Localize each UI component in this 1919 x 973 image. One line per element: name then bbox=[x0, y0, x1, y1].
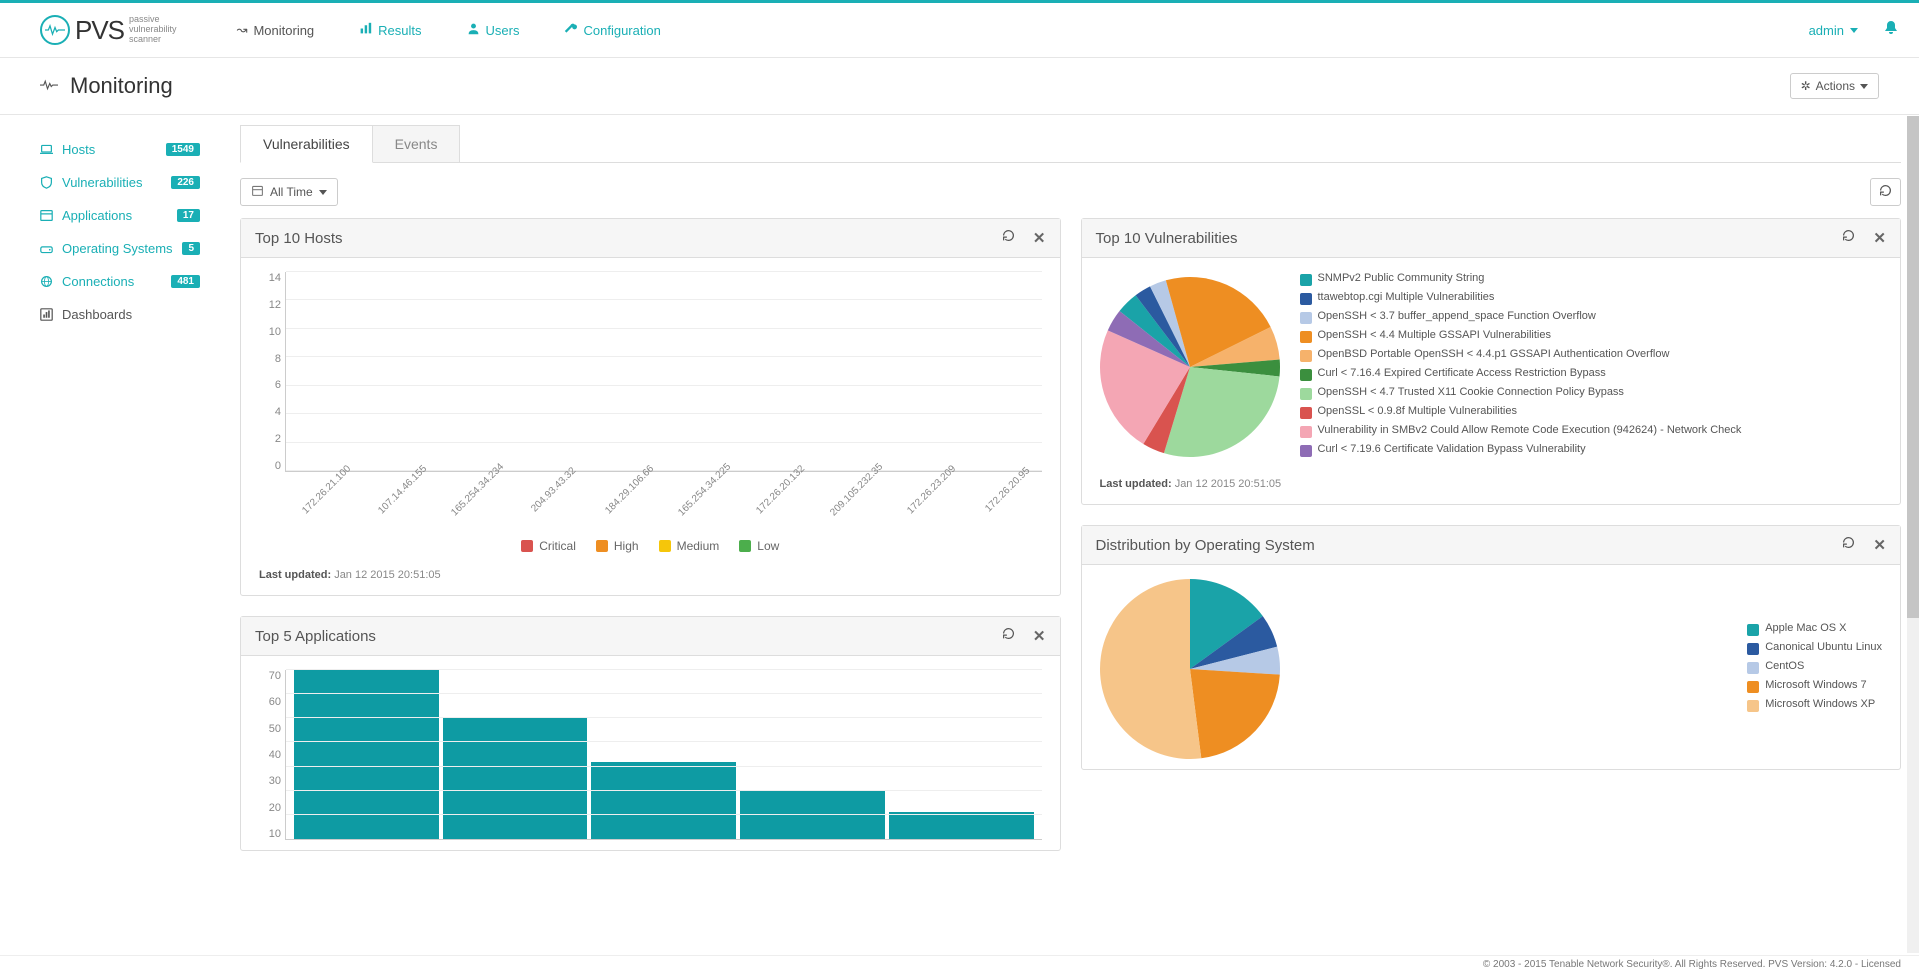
caret-down-icon bbox=[1860, 84, 1868, 89]
tabs: Vulnerabilities Events bbox=[240, 125, 1901, 162]
sidebar-item-label: Operating Systems bbox=[62, 241, 173, 256]
panel-title: Top 10 Hosts bbox=[255, 230, 343, 247]
panel-top-vuln: Top 10 Vulnerabilities ✕ SNMPv2 Public C… bbox=[1081, 218, 1902, 505]
close-icon[interactable]: ✕ bbox=[1033, 229, 1046, 247]
sidebar-item-applications[interactable]: Applications 17 bbox=[40, 199, 210, 232]
close-icon[interactable]: ✕ bbox=[1873, 536, 1886, 554]
panel-title: Top 5 Applications bbox=[255, 628, 376, 645]
count-badge: 481 bbox=[171, 275, 200, 288]
page-header: Monitoring ✲ Actions bbox=[0, 58, 1919, 115]
refresh-all-button[interactable] bbox=[1870, 178, 1901, 206]
top-vuln-legend: SNMPv2 Public Community Stringttawebtop.… bbox=[1300, 272, 1742, 462]
dist-os-legend: Apple Mac OS XCanonical Ubuntu LinuxCent… bbox=[1747, 622, 1882, 717]
sidebar-item-vulnerabilities[interactable]: Vulnerabilities 226 bbox=[40, 166, 210, 199]
sidebar-item-label: Hosts bbox=[62, 142, 95, 157]
globe-icon bbox=[40, 275, 62, 288]
dist-os-pie bbox=[1100, 579, 1280, 759]
sidebar-item-operating-systems[interactable]: Operating Systems 5 bbox=[40, 232, 210, 265]
activity-icon: ↝ bbox=[237, 22, 248, 38]
panel-dist-os: Distribution by Operating System ✕ Apple… bbox=[1081, 525, 1902, 770]
sidebar-item-label: Connections bbox=[62, 274, 134, 289]
logo-icon bbox=[40, 15, 70, 45]
actions-button[interactable]: ✲ Actions bbox=[1790, 73, 1879, 99]
bell-icon[interactable] bbox=[1883, 20, 1899, 41]
bar-chart-icon bbox=[359, 22, 372, 38]
nav-results[interactable]: Results bbox=[359, 22, 421, 38]
close-icon[interactable]: ✕ bbox=[1033, 627, 1046, 645]
nav-configuration[interactable]: Configuration bbox=[564, 22, 660, 38]
user-menu[interactable]: admin bbox=[1809, 23, 1858, 38]
logo-text: PVS bbox=[75, 15, 124, 46]
refresh-icon[interactable] bbox=[1002, 229, 1015, 247]
panel-top-hosts: Top 10 Hosts ✕ 14121086420 bbox=[240, 218, 1061, 596]
close-icon[interactable]: ✕ bbox=[1873, 229, 1886, 247]
navbar: PVS passivevulnerabilityscanner ↝ Monito… bbox=[0, 3, 1919, 58]
footer: © 2003 - 2015 Tenable Network Security®.… bbox=[0, 955, 1919, 973]
hdd-icon bbox=[40, 242, 62, 255]
panel-title: Top 10 Vulnerabilities bbox=[1096, 230, 1238, 247]
top-vuln-pie bbox=[1100, 277, 1280, 457]
top-apps-chart: 70605040302010 bbox=[259, 670, 1042, 840]
dashboard-icon bbox=[40, 308, 62, 321]
refresh-icon[interactable] bbox=[1002, 627, 1015, 645]
page-title: Monitoring bbox=[70, 73, 173, 99]
refresh-icon[interactable] bbox=[1842, 229, 1855, 247]
severity-legend: Critical High Medium Low bbox=[259, 539, 1042, 553]
sidebar: Hosts 1549 Vulnerabilities 226 Applicati… bbox=[0, 115, 210, 952]
time-filter-dropdown[interactable]: All Time bbox=[240, 178, 338, 206]
logo[interactable]: PVS passivevulnerabilityscanner bbox=[40, 15, 177, 46]
content-area: Vulnerabilities Events All Time Top 10 H… bbox=[210, 115, 1919, 952]
nav-monitoring[interactable]: ↝ Monitoring bbox=[237, 22, 315, 38]
caret-down-icon bbox=[319, 190, 327, 195]
top-hosts-chart: 14121086420 bbox=[259, 272, 1042, 472]
laptop-icon bbox=[40, 143, 62, 156]
sidebar-item-dashboards[interactable]: Dashboards bbox=[40, 298, 210, 331]
panel-top-apps: Top 5 Applications ✕ 70605040302010 bbox=[240, 616, 1061, 851]
gear-icon: ✲ bbox=[1801, 79, 1811, 93]
nav-users[interactable]: Users bbox=[467, 22, 520, 38]
wrench-icon bbox=[564, 22, 577, 38]
sidebar-item-label: Vulnerabilities bbox=[62, 175, 142, 190]
count-badge: 17 bbox=[177, 209, 200, 222]
panel-title: Distribution by Operating System bbox=[1096, 537, 1315, 554]
user-icon bbox=[467, 22, 480, 38]
window-icon bbox=[40, 209, 62, 222]
sidebar-item-connections[interactable]: Connections 481 bbox=[40, 265, 210, 298]
count-badge: 226 bbox=[171, 176, 200, 189]
calendar-icon bbox=[251, 184, 264, 200]
sidebar-item-label: Applications bbox=[62, 208, 132, 223]
pulse-icon bbox=[40, 79, 58, 94]
refresh-icon[interactable] bbox=[1842, 536, 1855, 554]
sidebar-item-label: Dashboards bbox=[62, 307, 132, 322]
sidebar-item-hosts[interactable]: Hosts 1549 bbox=[40, 133, 210, 166]
scrollbar[interactable] bbox=[1907, 116, 1919, 953]
tab-vulnerabilities[interactable]: Vulnerabilities bbox=[240, 125, 373, 163]
logo-tagline: passivevulnerabilityscanner bbox=[129, 15, 177, 45]
shield-icon bbox=[40, 176, 62, 189]
count-badge: 1549 bbox=[166, 143, 200, 156]
tab-events[interactable]: Events bbox=[373, 125, 461, 163]
caret-down-icon bbox=[1850, 28, 1858, 33]
count-badge: 5 bbox=[182, 242, 200, 255]
